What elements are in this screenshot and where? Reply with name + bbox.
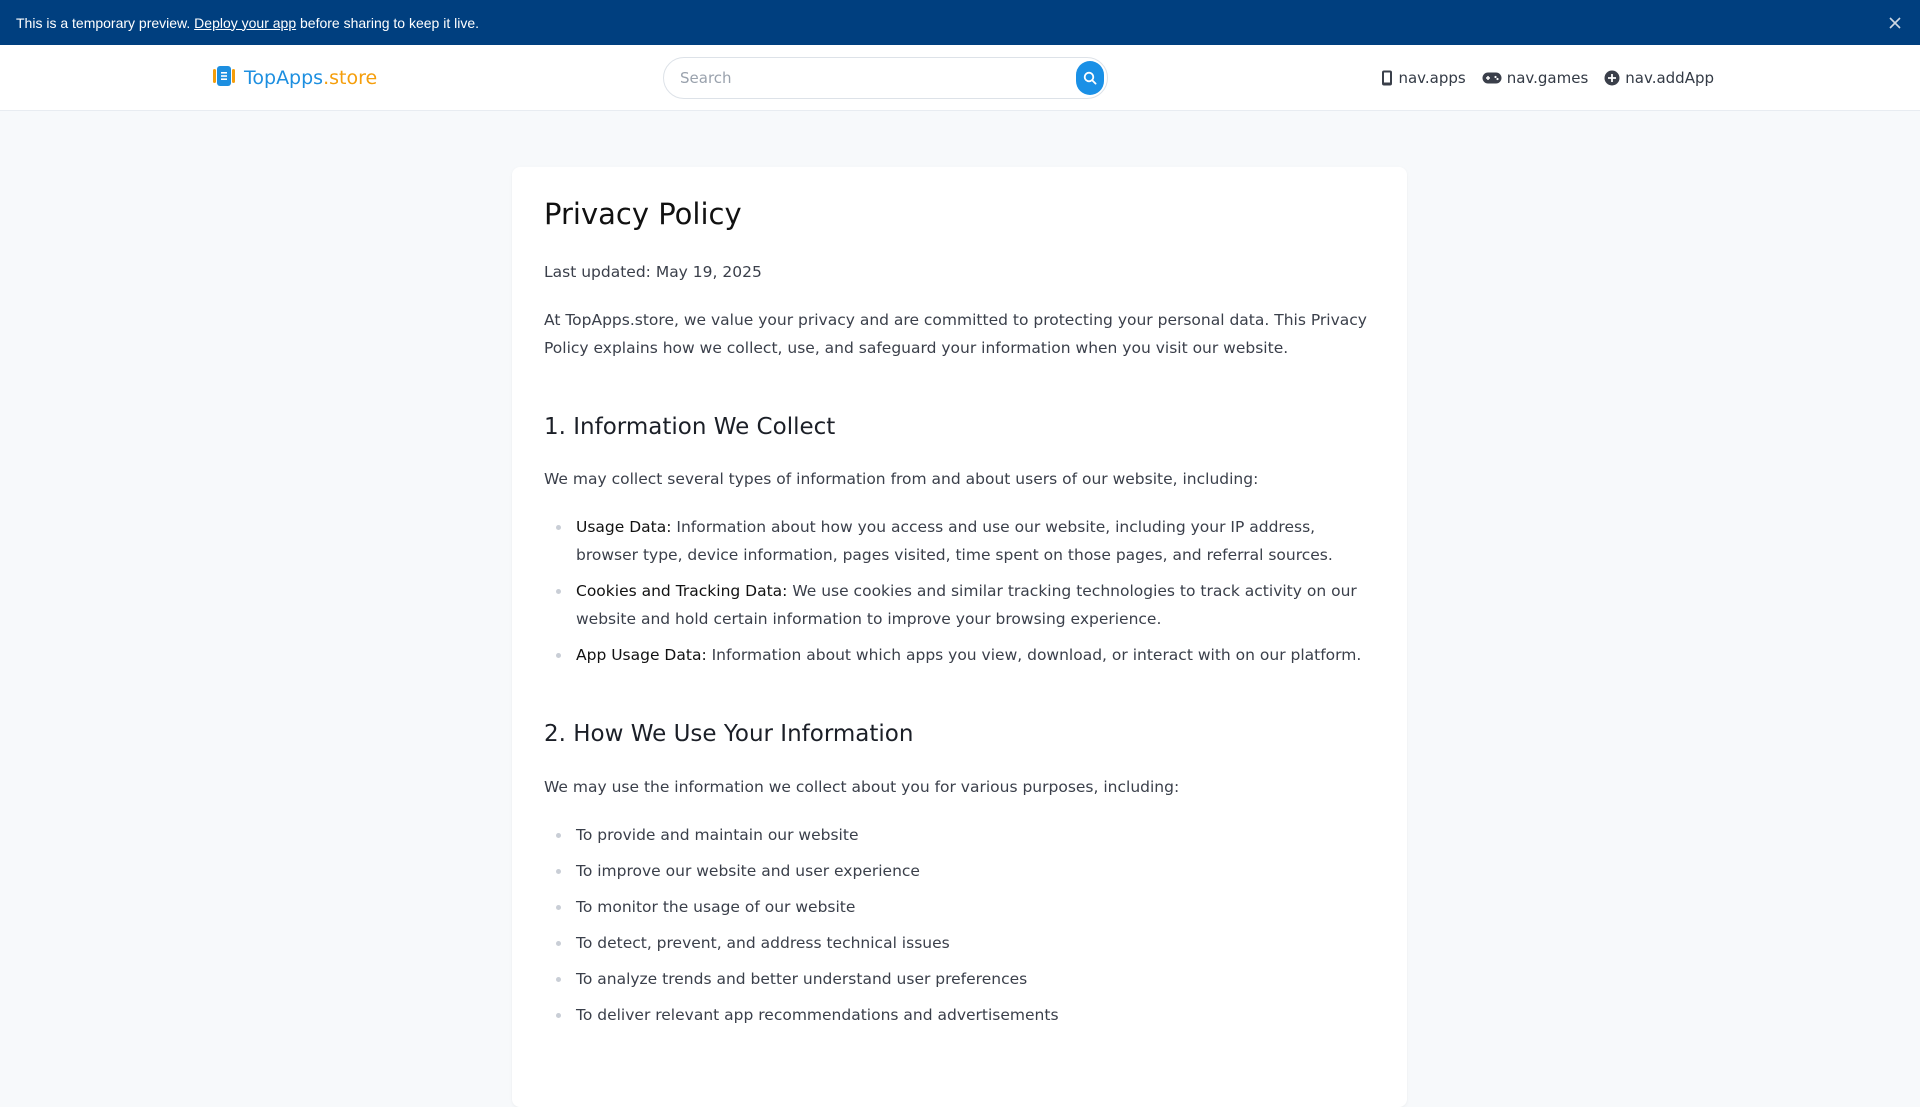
banner-message: This is a temporary preview. Deploy your… xyxy=(16,15,479,31)
policy-card: Privacy Policy Last updated: May 19, 202… xyxy=(512,167,1407,1107)
preview-banner: This is a temporary preview. Deploy your… xyxy=(0,0,1920,45)
page-title: Privacy Policy xyxy=(544,197,742,231)
list-item: App Usage Data: Information about which … xyxy=(556,641,1375,669)
list-item-term: App Usage Data: xyxy=(576,646,707,665)
intro-paragraph: At TopApps.store, we value your privacy … xyxy=(544,310,1367,357)
deploy-app-link[interactable]: Deploy your app xyxy=(194,15,296,31)
list-item: To provide and maintain our website xyxy=(556,821,1375,849)
nav-games-label: nav.games xyxy=(1506,69,1589,87)
banner-text-after: before sharing to keep it live. xyxy=(296,14,480,31)
nav-add-app-label: nav.addApp xyxy=(1625,69,1714,87)
list-item-term: Cookies and Tracking Data: xyxy=(576,582,788,601)
section-2-heading: 2. How We Use Your Information xyxy=(544,721,914,748)
section-1-list: Usage Data: Information about how you ac… xyxy=(544,513,1375,669)
list-item: To monitor the usage of our website xyxy=(556,893,1375,921)
list-item: To deliver relevant app recommendations … xyxy=(556,1001,1375,1029)
search-icon xyxy=(1083,71,1097,85)
list-item: Cookies and Tracking Data: We use cookie… xyxy=(556,577,1375,633)
search-input[interactable] xyxy=(664,69,1076,87)
phone-icon xyxy=(1382,70,1393,86)
section-2-lead: We may use the information we collect ab… xyxy=(544,777,1180,796)
search-button[interactable] xyxy=(1076,61,1104,95)
nav-add-app[interactable]: nav.addApp xyxy=(1604,69,1714,87)
list-item: To analyze trends and better understand … xyxy=(556,965,1375,993)
logo-icon xyxy=(212,64,236,92)
list-item: To detect, prevent, and address technica… xyxy=(556,929,1375,957)
list-item: Usage Data: Information about how you ac… xyxy=(556,513,1375,569)
section-2-list: To provide and maintain our website To i… xyxy=(544,821,1375,1029)
site-header: TopApps.store nav.apps nav.games nav.add… xyxy=(0,45,1920,111)
logo-tld: .store xyxy=(323,67,378,89)
site-logo[interactable]: TopApps.store xyxy=(212,45,377,111)
section-1-lead: We may collect several types of informat… xyxy=(544,470,1259,489)
list-item-text: Information about which apps you view, d… xyxy=(706,646,1362,665)
list-item: To improve our website and user experien… xyxy=(556,857,1375,885)
search-bar xyxy=(663,57,1108,99)
close-icon[interactable] xyxy=(1886,14,1904,32)
last-updated: Last updated: May 19, 2025 xyxy=(544,262,762,281)
main-nav: nav.apps nav.games nav.addApp xyxy=(1381,45,1714,111)
logo-brand: TopApps xyxy=(244,67,324,89)
list-item-text: Information about how you access and use… xyxy=(576,518,1333,565)
section-1-heading: 1. Information We Collect xyxy=(544,413,836,440)
logo-text: TopApps.store xyxy=(244,67,377,89)
nav-apps-label: nav.apps xyxy=(1398,69,1466,87)
banner-text-before: This is a temporary preview. xyxy=(16,14,195,31)
nav-games[interactable]: nav.games xyxy=(1482,69,1589,87)
nav-apps[interactable]: nav.apps xyxy=(1381,69,1466,87)
plus-circle-icon xyxy=(1604,70,1620,86)
list-item-term: Usage Data: xyxy=(576,518,672,537)
gamepad-icon xyxy=(1482,72,1502,84)
